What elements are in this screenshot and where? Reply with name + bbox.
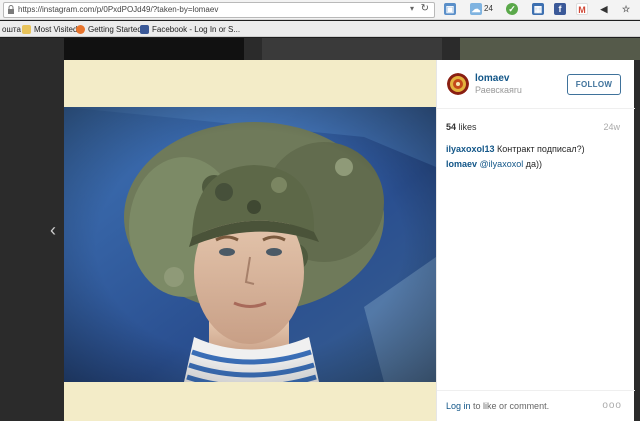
post-modal: lomaev Раевскаяru FOLLOW 54 likes 24w il… (64, 60, 635, 421)
post-age: 24w (603, 122, 620, 132)
weather-temp: 24 (484, 4, 493, 13)
comment-mention[interactable]: @ilyaxoxol (480, 159, 524, 169)
photo-pane (64, 60, 436, 421)
bookmark-mail[interactable]: ошта (2, 23, 21, 35)
likes-number: 54 (446, 122, 457, 132)
comment-username[interactable]: lomaev (446, 159, 477, 169)
extension-grid-icon[interactable]: ▦ (532, 3, 544, 15)
post-photo[interactable] (64, 107, 436, 382)
bookmarks-bar: ошта Most Visited Getting Started Facebo… (0, 21, 640, 37)
divider (437, 108, 635, 109)
speaker-icon[interactable]: ◀ (598, 3, 610, 15)
avatar[interactable] (447, 73, 469, 95)
bookmark-getting-started[interactable]: Getting Started (76, 23, 142, 35)
divider (437, 390, 635, 391)
background-thumbnail (64, 38, 244, 60)
comment-username[interactable]: ilyaxoxol13 (446, 144, 495, 154)
likes-label: likes (458, 122, 477, 132)
post-location[interactable]: Раевскаяru (475, 85, 522, 95)
login-text: to like or comment. (473, 401, 550, 411)
screenshot-icon[interactable]: ▣ (444, 3, 456, 15)
background-thumbnail (262, 38, 442, 60)
post-sidebar: lomaev Раевскаяru FOLLOW 54 likes 24w il… (436, 60, 635, 421)
gmail-icon[interactable]: M (576, 3, 588, 15)
follow-button[interactable]: FOLLOW (567, 74, 621, 95)
likes-count: 54 likes (446, 122, 477, 132)
comment-text: Контракт подписал?) (497, 144, 585, 154)
extension-leaf-icon[interactable]: ✓ (506, 3, 518, 15)
url-text: https://instagram.com/p/0PxdPOJd49/?take… (18, 5, 219, 14)
background-thumbnail (460, 38, 640, 60)
comment-item: ilyaxoxol13 Контракт подписал?) (446, 144, 585, 154)
address-bar[interactable]: https://instagram.com/p/0PxdPOJd49/?take… (3, 2, 435, 18)
avatar-logo-icon (447, 73, 469, 95)
login-link[interactable]: Log in (446, 401, 471, 411)
dropdown-arrow-icon[interactable]: ▾ (410, 4, 414, 13)
comment-text: да)) (525, 159, 542, 169)
selfie-illustration (64, 107, 436, 382)
firefox-icon (76, 24, 85, 34)
comment-item: lomaev @ilyaxoxol да)) (446, 159, 542, 169)
browser-toolbar: https://instagram.com/p/0PxdPOJd49/?take… (0, 0, 640, 20)
more-options-icon[interactable]: ooo (602, 400, 622, 411)
bookmark-most-visited[interactable]: Most Visited (22, 23, 77, 35)
star-bookmark-icon[interactable]: ☆ (620, 3, 632, 15)
bookmark-facebook[interactable]: Facebook - Log In or S... (140, 23, 240, 35)
post-username[interactable]: lomaev (475, 73, 509, 84)
reload-icon[interactable]: ↻ (421, 3, 429, 14)
weather-cloud-icon[interactable]: ☁ (470, 3, 482, 15)
login-prompt: Log in to like or comment. (446, 401, 549, 411)
lock-icon (8, 5, 14, 14)
previous-arrow-icon[interactable]: ‹ (50, 220, 56, 241)
facebook-icon[interactable]: f (554, 3, 566, 15)
facebook-icon (140, 24, 149, 34)
folder-icon (22, 24, 31, 34)
